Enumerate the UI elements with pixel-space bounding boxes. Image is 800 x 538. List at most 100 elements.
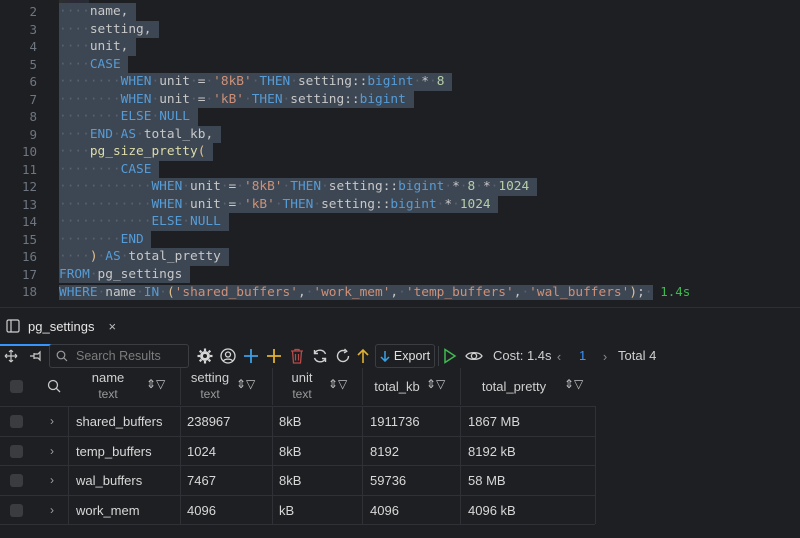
sort-filter-icon[interactable]: ⇕▽ (564, 377, 583, 391)
export-label: Export (393, 349, 431, 363)
cell-total-pretty[interactable]: 1867 MB (468, 407, 520, 436)
code-text: ········WHEN·unit·=·'8kB'·THEN·setting::… (59, 73, 453, 91)
sort-filter-icon[interactable]: ⇕▽ (426, 377, 445, 391)
results-grid: name text ⇕▽ setting text ⇕▽ unit text ⇕… (0, 368, 800, 538)
code-text: ········WHEN·unit·=·'kB'·THEN·setting::b… (59, 90, 414, 108)
column-divider (362, 368, 363, 405)
column-header-total-pretty[interactable]: total_pretty (470, 379, 558, 394)
table-row[interactable]: › work_mem 4096 kB 4096 4096 kB (0, 494, 595, 525)
close-icon[interactable]: × (109, 319, 117, 334)
column-divider (180, 368, 181, 405)
line-number: 5 (29, 56, 37, 72)
code-line: 10 ····pg_size_pretty( (0, 143, 800, 161)
code-text: ····CASE (59, 55, 129, 73)
cell-total-pretty[interactable]: 8192 kB (468, 437, 516, 466)
cell-setting[interactable]: 4096 (187, 496, 216, 525)
add-row-icon[interactable] (242, 344, 260, 368)
cell-total-kb[interactable]: 1911736 (370, 407, 420, 436)
row-checkbox[interactable] (10, 415, 23, 428)
code-text: ····pg_size_pretty( (59, 143, 214, 161)
add-column-icon[interactable] (265, 344, 283, 368)
move-icon[interactable] (2, 344, 20, 368)
tab-label: pg_settings (28, 318, 95, 334)
search-results-field[interactable] (49, 344, 189, 368)
code-line: 18 WHERE·name·IN·('shared_buffers',·'wor… (0, 283, 800, 301)
expand-chevron-icon[interactable]: › (50, 437, 54, 466)
expand-chevron-icon[interactable]: › (50, 466, 54, 495)
sort-filter-icon[interactable]: ⇕▽ (236, 377, 255, 391)
line-number: 12 (21, 179, 37, 194)
cell-name[interactable]: wal_buffers (76, 466, 142, 495)
column-type-setting: text (200, 387, 220, 401)
cell-unit[interactable]: kB (279, 496, 294, 525)
code-text: ····END·AS·total_kb, (59, 125, 221, 143)
expand-chevron-icon[interactable]: › (50, 496, 54, 525)
column-header-setting[interactable]: setting (186, 370, 234, 385)
cell-name[interactable]: work_mem (76, 496, 140, 525)
code-line: 7 ········WHEN·unit·=·'kB'·THEN·setting:… (0, 90, 800, 108)
pin-icon[interactable] (26, 344, 44, 368)
column-header-total-kb[interactable]: total_kb (366, 379, 428, 394)
line-number: 11 (21, 161, 37, 177)
code-text: ············WHEN·unit·=·'kB'·THEN·settin… (59, 195, 499, 213)
next-page-icon[interactable]: › (599, 344, 611, 368)
cell-unit[interactable]: 8kB (279, 466, 301, 495)
code-line: 5 ····CASE (0, 55, 800, 73)
divider (438, 346, 439, 366)
code-line: 17 FROM·pg_settings (0, 265, 800, 283)
column-header-name[interactable]: name (68, 370, 148, 385)
sort-filter-icon[interactable]: ⇕▽ (328, 377, 347, 391)
code-text: ····)·AS·total_pretty (59, 248, 229, 266)
cell-total-kb[interactable]: 8192 (370, 437, 399, 466)
table-row[interactable]: › temp_buffers 1024 8kB 8192 8192 kB (0, 435, 595, 466)
search-icon[interactable] (47, 379, 61, 398)
cell-name[interactable]: temp_buffers (76, 437, 152, 466)
prev-page-icon[interactable]: ‹ (553, 344, 565, 368)
code-text: ········ELSE·NULL (59, 108, 198, 126)
query-cost: Cost: 1.4s (493, 348, 552, 363)
row-checkbox[interactable] (10, 474, 23, 487)
code-line: 13 ············WHEN·unit·=·'kB'·THEN·set… (0, 195, 800, 213)
settings-gear-icon[interactable] (196, 344, 214, 368)
delete-icon[interactable] (288, 344, 306, 368)
line-number: 14 (21, 214, 37, 229)
cell-total-kb[interactable]: 59736 (370, 466, 406, 495)
code-text: ········END (59, 230, 152, 248)
column-divider (595, 406, 596, 524)
cell-total-pretty[interactable]: 4096 kB (468, 496, 516, 525)
cell-unit[interactable]: 8kB (279, 407, 301, 436)
code-line: 12 ············WHEN·unit·=·'8kB'·THEN·se… (0, 178, 800, 196)
cell-total-pretty[interactable]: 58 MB (468, 466, 506, 495)
cell-setting[interactable]: 238967 (187, 407, 230, 436)
export-button[interactable]: Export (375, 344, 435, 368)
row-checkbox[interactable] (10, 444, 23, 458)
user-icon[interactable] (219, 344, 237, 368)
run-icon[interactable] (441, 344, 459, 368)
sort-filter-icon[interactable]: ⇕▽ (146, 377, 165, 391)
sql-editor[interactable]: 2 ····name, 3 ····setting, 4 ····unit, 5… (0, 0, 800, 307)
select-all-checkbox[interactable] (10, 380, 23, 393)
sync-icon[interactable] (311, 344, 329, 368)
cell-setting[interactable]: 7467 (187, 466, 216, 495)
eye-icon[interactable] (463, 344, 485, 368)
code-text: FROM·pg_settings (59, 265, 191, 283)
column-divider (272, 368, 273, 405)
page-number[interactable]: 1 (579, 344, 586, 368)
expand-chevron-icon[interactable]: › (50, 407, 54, 436)
column-header-unit[interactable]: unit (280, 370, 324, 385)
code-text: WHERE·name·IN·('shared_buffers',·'work_m… (59, 284, 691, 300)
cell-total-kb[interactable]: 4096 (370, 496, 399, 525)
line-number: 10 (21, 144, 37, 159)
submit-arrow-up-icon[interactable] (354, 344, 372, 368)
cell-setting[interactable]: 1024 (187, 437, 216, 466)
table-row[interactable]: › wal_buffers 7467 8kB 59736 58 MB (0, 465, 595, 495)
code-line: 14 ············ELSE·NULL (0, 213, 800, 231)
table-row[interactable]: › shared_buffers 238967 8kB 1911736 1867… (0, 406, 595, 436)
tab-pg-settings[interactable]: pg_settings × (0, 308, 129, 346)
cell-unit[interactable]: 8kB (279, 437, 301, 466)
search-input[interactable] (74, 348, 188, 364)
code-line: 9 ····END·AS·total_kb, (0, 125, 800, 143)
cell-name[interactable]: shared_buffers (76, 407, 163, 436)
row-checkbox[interactable] (10, 503, 23, 517)
refresh-icon[interactable] (334, 344, 352, 368)
